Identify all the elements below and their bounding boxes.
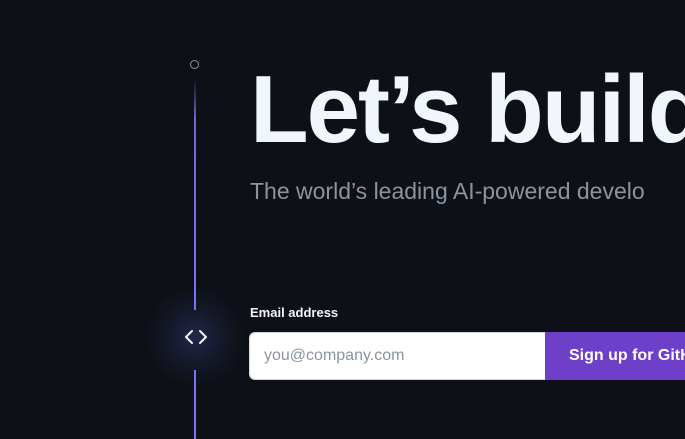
timeline-line-bottom — [194, 370, 196, 439]
hero-subtitle: The world’s leading AI-powered develo — [250, 178, 645, 204]
code-icon — [183, 326, 209, 348]
email-label: Email address — [250, 305, 339, 320]
page: Let’s build The world’s leading AI-power… — [0, 0, 685, 439]
timeline-start-dot — [190, 60, 199, 69]
email-input[interactable] — [249, 332, 545, 380]
timeline-line-top — [194, 78, 196, 310]
hero-title: Let’s build — [250, 56, 685, 163]
signup-button[interactable]: Sign up for GitHub — [545, 332, 685, 380]
